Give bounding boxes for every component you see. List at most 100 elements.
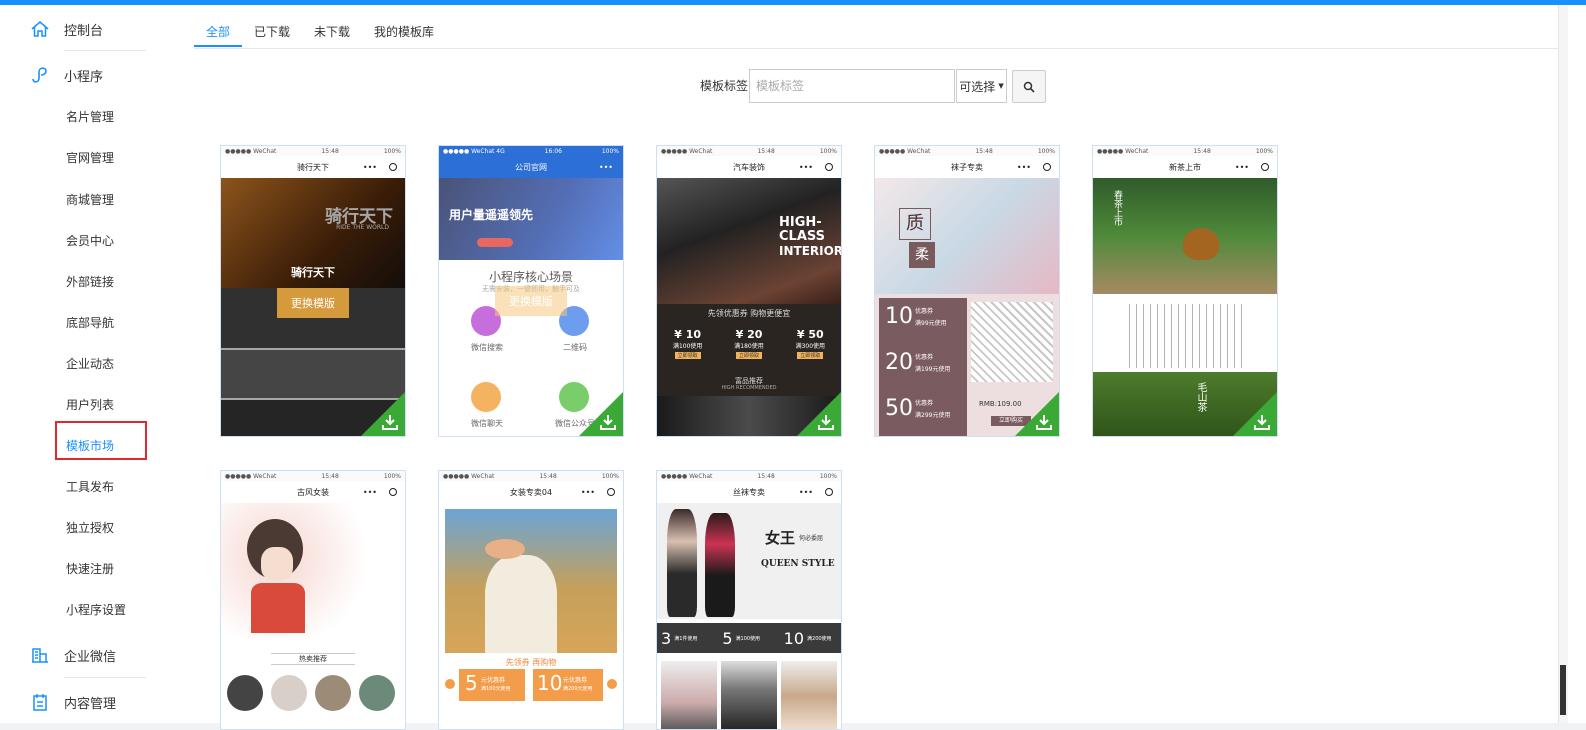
sidebar-item-tool-publish[interactable]: 工具发布: [66, 477, 114, 497]
coupon-condition: 满300使用: [795, 343, 826, 350]
model-shape: [705, 513, 735, 617]
nav-console[interactable]: 控制台: [28, 9, 178, 49]
download-icon[interactable]: [1253, 413, 1271, 431]
template-title: 新茶上市: [1169, 162, 1201, 172]
status-time: 15:48: [757, 472, 775, 480]
coupon: 10 元优惠券 满200元使用: [533, 669, 603, 701]
banner-line: HIGH-: [779, 215, 822, 230]
phone-title-bar: 公司官网 •••: [439, 156, 623, 178]
search-button[interactable]: [1012, 70, 1046, 103]
page-scrollbar-thumb[interactable]: [1560, 665, 1566, 715]
template-title: 古风女装: [297, 487, 329, 497]
template-title: 汽车装饰: [733, 162, 765, 172]
product-thumb: [315, 675, 351, 711]
figure-body: [251, 583, 305, 633]
phone-status-bar: ●●●●● WeChat 15:48 100%: [221, 146, 405, 156]
download-icon[interactable]: [599, 413, 617, 431]
sidebar-item-bottom-nav[interactable]: 底部导航: [66, 313, 114, 333]
product-thumb: [271, 675, 307, 711]
status-battery: 100%: [601, 147, 619, 155]
banner-small-text: 何必委屈: [799, 535, 824, 542]
status-time: 15:48: [539, 472, 557, 480]
target-icon: [825, 488, 833, 496]
template-title: 丝袜专卖: [733, 487, 765, 497]
nav-enterprise-wechat[interactable]: 企业微信: [28, 635, 178, 675]
search-icon: [1023, 81, 1035, 93]
tab-bar: 全部 已下载 未下载 我的模板库: [194, 21, 446, 49]
page-scrollbar[interactable]: [1558, 5, 1568, 723]
template-card-socks[interactable]: ●●●●● WeChat 15:48 100% 袜子专卖 ••• 质 柔 10 优惠券…: [874, 145, 1060, 437]
tag-select[interactable]: 可选择 ▼: [956, 69, 1007, 103]
recommend-title: 热卖推荐: [271, 653, 355, 665]
coupon: ¥ 50 满300使用 立即领取: [780, 328, 841, 370]
change-template-button[interactable]: 更换模版: [495, 286, 567, 316]
figure-face: [261, 547, 293, 581]
coupon-button: 立即领取: [797, 352, 824, 359]
coupon: 5 元优惠券 满100元使用: [459, 669, 525, 701]
coupon: 5 满100使用: [718, 623, 779, 653]
template-title: 袜子专卖: [951, 162, 983, 172]
template-card-stockings[interactable]: ●●●●● WeChat 15:48 100% 丝袜专卖 ••• 女王 何必委屈 QU…: [656, 470, 842, 730]
more-icon: •••: [598, 162, 613, 172]
sidebar-item-mall[interactable]: 商城管理: [66, 190, 114, 210]
nav-content-manage[interactable]: 内容管理: [28, 682, 178, 722]
tab-downloaded[interactable]: 已下载: [242, 21, 302, 47]
nav-miniprogram[interactable]: 小程序: [28, 55, 178, 95]
download-icon[interactable]: [1035, 413, 1053, 431]
coupon-label: 优惠券: [915, 400, 934, 407]
phone-title-bar: 古风女装 •••: [221, 481, 405, 503]
sidebar-item-quick-register[interactable]: 快速注册: [66, 559, 114, 579]
template-card-tea[interactable]: ●●●●● WeChat 15:48 100% 新茶上市 ••• 春茶上市 毛山茶: [1092, 145, 1278, 437]
coupon-condition: 满200元使用: [563, 686, 593, 692]
target-icon: [607, 488, 615, 496]
status-battery: 100%: [819, 472, 837, 480]
status-time: 15:48: [757, 147, 775, 155]
more-icon: •••: [798, 162, 813, 172]
banner-image: 女王 何必委屈 QUEEN STYLE: [657, 503, 841, 619]
banner-tag: 柔: [909, 242, 935, 268]
change-template-button[interactable]: 更换模版: [277, 288, 349, 318]
sidebar-item-website[interactable]: 官网管理: [66, 148, 114, 168]
template-title: 骑行天下: [297, 162, 329, 172]
status-battery: 100%: [601, 472, 619, 480]
template-card-car-decor[interactable]: ●●●●● WeChat 15:48 100% 汽车装饰 ••• HIGH- CLAS…: [656, 145, 842, 437]
target-icon: [825, 163, 833, 171]
banner-text: 女王: [765, 529, 796, 547]
template-card-cycling[interactable]: ●●●●● WeChat 15:48 100% 骑行天下 ••• 骑行天下 RIDE …: [220, 145, 406, 437]
coupon-condition: 满299元使用: [915, 412, 951, 419]
phone-title-bar: 汽车装饰 •••: [657, 156, 841, 178]
slogan: 先领优惠券 购物更便宜: [707, 309, 791, 318]
coupon-column: 10 优惠券 满99元使用 20 优惠券 满199元使用 50 优惠券 满299…: [879, 298, 967, 436]
product-thumb: [661, 661, 717, 729]
status-carrier: ●●●●● WeChat: [443, 472, 495, 480]
target-icon: [1261, 163, 1269, 171]
status-battery: 100%: [383, 472, 401, 480]
template-card-ancient-style[interactable]: ●●●●● WeChat 15:48 100% 古风女装 ••• 热卖推荐: [220, 470, 406, 730]
tab-not-downloaded[interactable]: 未下载: [302, 21, 362, 47]
template-card-company-site[interactable]: ●●●●● WeChat 4G 16:06 100% 公司官网 ••• 用户量遥遥领先…: [438, 145, 624, 437]
tab-all[interactable]: 全部: [194, 21, 243, 47]
coupon-value: 3: [661, 628, 672, 648]
building-icon: [28, 643, 52, 667]
template-card-womens-04[interactable]: ●●●●● WeChat 15:48 100% 女装专卖04 ••• 先领券 再购物 …: [438, 470, 624, 730]
template-tag-input[interactable]: [749, 69, 955, 103]
sidebar-item-users[interactable]: 用户列表: [66, 395, 114, 415]
download-icon[interactable]: [817, 413, 835, 431]
coupon-condition: 满99元使用: [915, 320, 947, 327]
sidebar-item-news[interactable]: 企业动态: [66, 354, 114, 374]
template-preview: 热卖推荐: [221, 503, 405, 729]
coupon-value: ¥ 10: [674, 328, 702, 341]
sidebar-item-auth[interactable]: 独立授权: [66, 518, 114, 538]
sidebar-item-external-link[interactable]: 外部链接: [66, 272, 114, 292]
banner-image: HIGH- CLASS INTERIOR: [657, 178, 841, 304]
template-preview: 先领券 再购物 5 元优惠券 满100元使用 10 元优惠券 满200元使用: [439, 503, 623, 729]
sidebar-item-card[interactable]: 名片管理: [66, 107, 114, 127]
sidebar-item-settings[interactable]: 小程序设置: [66, 600, 126, 620]
phone-status-bar: ●●●●● WeChat 15:48 100%: [221, 471, 405, 481]
coupon-condition: 满100元使用: [481, 686, 511, 692]
download-icon[interactable]: [381, 413, 399, 431]
sidebar-item-member[interactable]: 会员中心: [66, 231, 114, 251]
coupon-value: 5: [465, 671, 478, 695]
tab-my-templates[interactable]: 我的模板库: [362, 21, 446, 47]
phone-title-bar: 丝袜专卖 •••: [657, 481, 841, 503]
